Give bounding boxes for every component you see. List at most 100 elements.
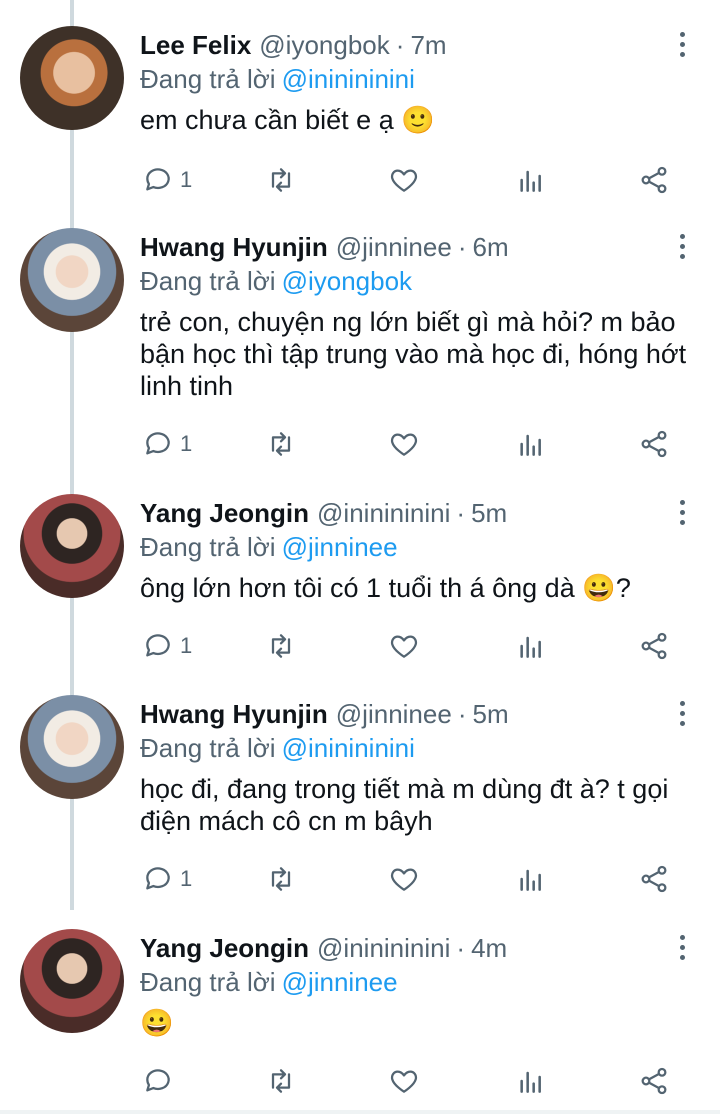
tweet-header: Yang Jeongin @ininininini · 5m (140, 496, 507, 530)
analytics-icon (520, 170, 541, 192)
share-button[interactable] (638, 424, 670, 464)
tweet-text: em chưa cần biết e ạ 🙂 (140, 105, 435, 135)
separator-dot: · (395, 30, 405, 60)
retweet-button[interactable] (265, 626, 297, 666)
retweet-button[interactable] (265, 160, 297, 200)
replying-to-label: Đang trả lời (140, 64, 276, 94)
display-name[interactable]: Yang Jeongin (140, 933, 309, 963)
timestamp[interactable]: 7m (410, 30, 446, 60)
reply-count: 1 (180, 633, 193, 658)
retweet-button[interactable] (265, 424, 297, 464)
share-icon (641, 166, 667, 194)
mention-link[interactable]: @ininininini (282, 64, 415, 94)
timestamp[interactable]: 5m (472, 699, 508, 729)
tweet-text: học đi, đang trong tiết mà m dùng đt à? … (140, 774, 669, 836)
analytics-icon (520, 434, 541, 456)
mention-link[interactable]: @jinninee (282, 532, 398, 562)
timestamp[interactable]: 6m (472, 232, 508, 262)
tweet-text: ông lớn hơn tôi có 1 tuổi th á ông dà 😀? (140, 573, 631, 603)
more-vertical-icon[interactable] (674, 234, 690, 264)
bottom-divider (0, 1110, 720, 1114)
display-name[interactable]: Yang Jeongin (140, 498, 309, 528)
mention-link[interactable]: @ininininini (282, 733, 415, 763)
analytics-button[interactable] (515, 859, 547, 899)
user-handle[interactable]: @jinninee (336, 699, 452, 729)
heart-icon (390, 169, 418, 192)
heart-icon (390, 868, 418, 891)
tweet-actions (0, 1061, 720, 1101)
avatar[interactable] (20, 695, 124, 799)
share-button[interactable] (638, 859, 670, 899)
reply-button[interactable]: 1 (142, 424, 192, 464)
separator-dot: · (456, 933, 466, 963)
timestamp[interactable]: 4m (471, 933, 507, 963)
reply-button[interactable]: 1 (142, 626, 192, 666)
tweet-header: Yang Jeongin @ininininini · 4m (140, 931, 507, 965)
user-handle[interactable]: @ininininini (317, 933, 450, 963)
mention-link[interactable]: @iyongbok (282, 266, 412, 296)
more-vertical-icon[interactable] (674, 500, 690, 530)
replying-to: Đang trả lời @iyongbok (140, 264, 412, 298)
display-name[interactable]: Lee Felix (140, 30, 251, 60)
timestamp[interactable]: 5m (471, 498, 507, 528)
replying-to: Đang trả lời @jinninee (140, 965, 398, 999)
share-button[interactable] (638, 160, 670, 200)
share-button[interactable] (638, 626, 670, 666)
like-button[interactable] (388, 424, 420, 464)
reply-icon (146, 867, 170, 890)
display-name[interactable]: Hwang Hyunjin (140, 699, 328, 729)
share-button[interactable] (638, 1061, 670, 1101)
avatar[interactable] (20, 494, 124, 598)
replying-to-label: Đang trả lời (140, 967, 276, 997)
retweet-icon (271, 1069, 291, 1093)
analytics-button[interactable] (515, 626, 547, 666)
mention-link[interactable]: @jinninee (282, 967, 398, 997)
user-handle[interactable]: @jinninee (336, 232, 452, 262)
display-name[interactable]: Hwang Hyunjin (140, 232, 328, 262)
more-vertical-icon[interactable] (674, 935, 690, 965)
more-vertical-icon[interactable] (674, 32, 690, 62)
avatar[interactable] (20, 929, 124, 1033)
avatar[interactable] (20, 228, 124, 332)
replying-to: Đang trả lời @ininininini (140, 731, 415, 765)
replying-to: Đang trả lời @jinninee (140, 530, 398, 564)
analytics-icon (520, 869, 541, 891)
tweet-header: Lee Felix @iyongbok · 7m (140, 28, 447, 62)
retweet-icon (271, 634, 291, 658)
heart-icon (390, 1070, 418, 1093)
analytics-button[interactable] (515, 160, 547, 200)
like-button[interactable] (388, 1061, 420, 1101)
retweet-button[interactable] (265, 859, 297, 899)
tweet-text: trẻ con, chuyện ng lớn biết gì mà hỏi? m… (140, 307, 687, 401)
avatar[interactable] (20, 26, 124, 130)
reply-count: 1 (180, 431, 193, 456)
reply-button[interactable] (142, 1061, 180, 1101)
replying-to-label: Đang trả lời (140, 532, 276, 562)
like-button[interactable] (388, 160, 420, 200)
reply-count: 1 (180, 866, 193, 891)
tweet-actions: 1 (0, 160, 720, 200)
share-icon (641, 865, 667, 893)
user-handle[interactable]: @ininininini (317, 498, 450, 528)
tweet-actions: 1 (0, 424, 720, 464)
reply-button[interactable]: 1 (142, 859, 192, 899)
heart-icon (390, 635, 418, 658)
tweet-actions: 1 (0, 859, 720, 899)
more-vertical-icon[interactable] (674, 701, 690, 731)
reply-button[interactable]: 1 (142, 160, 192, 200)
analytics-button[interactable] (515, 1061, 547, 1101)
like-button[interactable] (388, 859, 420, 899)
heart-icon (390, 433, 418, 456)
retweet-icon (271, 168, 291, 192)
separator-dot: · (457, 232, 467, 262)
analytics-button[interactable] (515, 424, 547, 464)
share-icon (641, 632, 667, 660)
reply-icon (146, 168, 170, 191)
retweet-button[interactable] (265, 1061, 297, 1101)
separator-dot: · (457, 699, 467, 729)
like-button[interactable] (388, 626, 420, 666)
user-handle[interactable]: @iyongbok (259, 30, 389, 60)
reply-icon (146, 634, 170, 657)
reply-icon (146, 1069, 170, 1092)
tweet-header: Hwang Hyunjin @jinninee · 6m (140, 230, 509, 264)
